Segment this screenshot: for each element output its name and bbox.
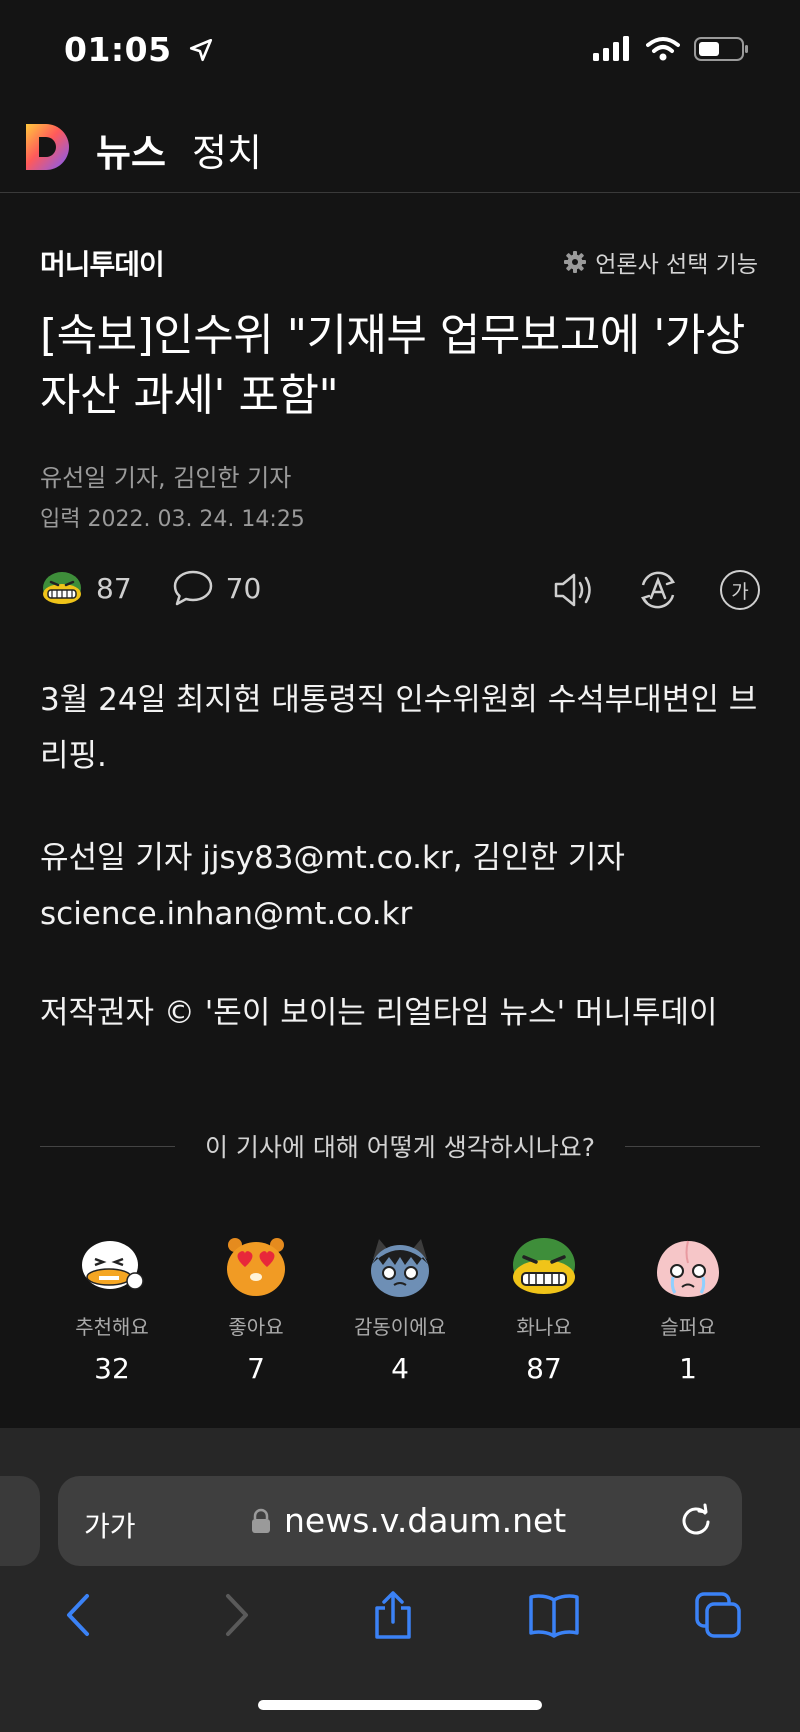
- service-title[interactable]: 뉴스: [96, 122, 166, 177]
- wifi-icon: [646, 37, 680, 61]
- article-copyright: 저작권자 © '돈이 보이는 리얼타임 뉴스' 머니투데이: [40, 995, 718, 1031]
- share-icon[interactable]: [371, 1590, 415, 1640]
- url-display[interactable]: news.v.daum.net: [250, 1501, 566, 1540]
- status-bar-indicators: [592, 36, 750, 62]
- emotion-count: 4: [391, 1352, 409, 1385]
- translate-icon[interactable]: [636, 568, 680, 612]
- app-header: 뉴스 정치: [0, 100, 800, 193]
- emotion-angry[interactable]: 화나요 87: [474, 1235, 614, 1385]
- browser-nav-buttons: [0, 1590, 800, 1640]
- emotion-reactions: 추천해요 32 좋아요 7 감동이에요 4 화나요 87 슬퍼요 1: [40, 1235, 760, 1385]
- touched-icon: [371, 1239, 429, 1297]
- gear-icon: [564, 251, 587, 273]
- speaker-icon[interactable]: [552, 570, 596, 610]
- tabs-icon[interactable]: [693, 1590, 743, 1640]
- emotion-count: 32: [94, 1352, 130, 1385]
- browser-toolbar: [0, 1428, 800, 1732]
- angry-icon: [43, 572, 81, 604]
- recommend-icon: [82, 1241, 144, 1290]
- comment-count: 70: [225, 571, 262, 605]
- divider: [40, 1145, 175, 1147]
- emotion-label: 좋아요: [228, 1315, 284, 1339]
- article-paragraph: 3월 24일 최지현 대통령직 인수위원회 수석부대변인 브리핑.: [40, 682, 758, 774]
- sad-icon: [657, 1240, 719, 1297]
- emotion-touched[interactable]: 감동이에요 4: [330, 1235, 470, 1385]
- feedback-question-text: 이 기사에 대해 어떻게 생각하시나요?: [204, 1133, 596, 1162]
- emotion-count: 87: [526, 1352, 562, 1385]
- emotion-sad[interactable]: 슬퍼요 1: [618, 1235, 758, 1385]
- emotion-count: 1: [679, 1352, 697, 1385]
- status-bar-time: 01:05: [64, 30, 214, 69]
- url-text: news.v.daum.net: [284, 1501, 567, 1540]
- article-authors: 유선일 기자, 김인한 기자: [40, 464, 292, 492]
- clock-text: 01:05: [64, 30, 172, 69]
- section-title[interactable]: 정치: [192, 122, 262, 177]
- home-indicator[interactable]: [258, 1700, 542, 1710]
- emotion-label: 슬퍼요: [660, 1315, 716, 1339]
- comment-button[interactable]: 70: [172, 569, 262, 607]
- press-select-button[interactable]: 언론사 선택 기능: [563, 245, 758, 279]
- cellular-signal-icon: [593, 36, 629, 61]
- emotion-label: 추천해요: [75, 1315, 149, 1339]
- text-size-button[interactable]: 가가: [84, 1505, 136, 1545]
- reload-button[interactable]: [676, 1502, 716, 1546]
- divider: [625, 1145, 760, 1147]
- feedback-question: 이 기사에 대해 어떻게 생각하시나요?: [40, 1128, 760, 1164]
- press-select-label: 언론사 선택 기능: [595, 252, 758, 278]
- font-size-button[interactable]: 가: [720, 570, 760, 610]
- daum-logo-icon: [26, 124, 69, 170]
- article-reaction-summary: 87 70: [40, 568, 261, 608]
- publisher-name[interactable]: 머니투데이: [40, 243, 165, 283]
- article-date: 입력 2022. 03. 24. 14:25: [40, 507, 305, 532]
- emotion-like[interactable]: 좋아요 7: [186, 1235, 326, 1385]
- lock-icon: [252, 1508, 270, 1533]
- emotion-count: 7: [247, 1352, 265, 1385]
- reaction-count: 87: [96, 571, 132, 605]
- daum-logo[interactable]: [24, 122, 74, 176]
- emotion-label: 감동이에요: [354, 1315, 446, 1339]
- emotion-label: 화나요: [516, 1315, 572, 1339]
- battery-icon: [694, 37, 748, 61]
- location-arrow-icon: [189, 38, 212, 62]
- article-paragraph: 유선일 기자 jjsy83@mt.co.kr, 김인한 기자 science.i…: [40, 840, 625, 932]
- forward-icon[interactable]: [214, 1590, 258, 1640]
- angry-icon: [513, 1238, 575, 1294]
- back-icon[interactable]: [57, 1590, 101, 1640]
- like-icon: [227, 1238, 285, 1296]
- bookmarks-icon[interactable]: [528, 1590, 580, 1640]
- previous-tab-preview[interactable]: [0, 1476, 40, 1566]
- article-tools: 가: [552, 568, 760, 612]
- reaction-summary-button[interactable]: 87: [40, 568, 132, 608]
- font-size-icon: 가: [731, 580, 749, 603]
- reload-icon: [682, 1503, 710, 1535]
- article-headline: [속보]인수위 "기재부 업무보고에 '가상자산 과세' 포함": [40, 310, 745, 421]
- comment-icon: [173, 570, 212, 606]
- emotion-recommend[interactable]: 추천해요 32: [42, 1235, 182, 1385]
